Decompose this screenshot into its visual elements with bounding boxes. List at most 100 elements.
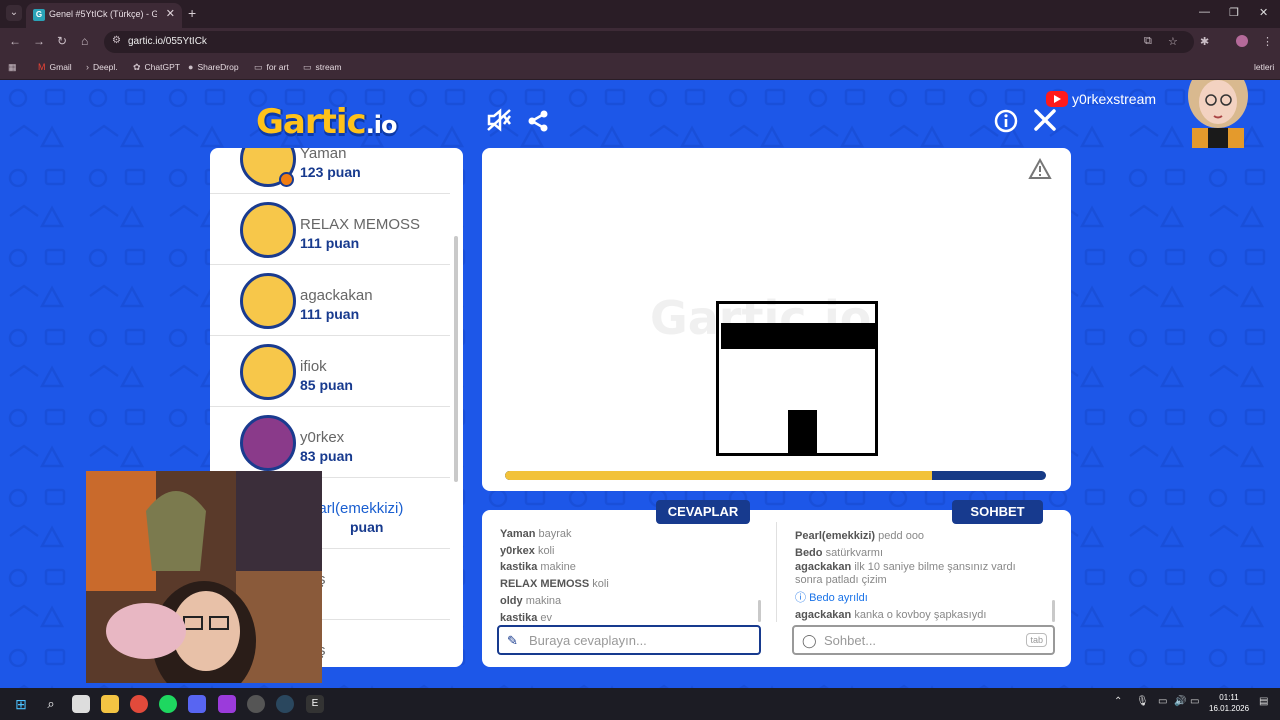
share-icon[interactable] xyxy=(526,109,550,139)
tray-chevron-icon[interactable]: ⌃ xyxy=(1114,696,1122,707)
file-explorer-icon[interactable] xyxy=(101,695,119,713)
answers-header: CEVAPLAR xyxy=(656,500,750,524)
chat-list: Pearl(emekkizi) pedd ooo Bedo satürkvarm… xyxy=(795,528,1016,624)
chat-scrollbar[interactable] xyxy=(1052,600,1055,622)
discord-icon[interactable] xyxy=(188,695,206,713)
player-row[interactable]: y0rkex 83 puan xyxy=(210,407,450,478)
home-icon[interactable]: ⌂ xyxy=(81,34,88,48)
answer-input[interactable]: ✎ Buraya cevaplayın... xyxy=(497,625,761,655)
address-bar[interactable]: ⚙ gartic.io/055YtICk ⧉ ☆ xyxy=(104,31,1194,53)
chat-system-message: ⓘ Bedo ayrıldı xyxy=(795,592,868,605)
player-name: agackakan xyxy=(300,287,373,304)
tab-close-icon[interactable]: ✕ xyxy=(166,7,175,20)
windows-start-icon[interactable]: ⊞ xyxy=(12,695,30,713)
player-row[interactable]: ifiok 85 puan xyxy=(210,336,450,407)
drawing-stroke-bar xyxy=(721,323,877,349)
info-icon[interactable] xyxy=(994,109,1018,139)
address-url: gartic.io/055YtICk xyxy=(128,36,207,47)
drawing-indicator-icon xyxy=(279,172,294,187)
gmail-icon: M xyxy=(38,62,46,72)
bookmark-gmail[interactable]: M Gmail xyxy=(38,62,72,72)
sharedrop-icon: ● xyxy=(188,62,194,72)
player-name: Yaman xyxy=(300,148,347,162)
install-app-icon[interactable]: ⧉ xyxy=(1144,35,1152,48)
display-icon[interactable]: ▭ xyxy=(1158,696,1167,707)
bookmark-folder-for-art[interactable]: ▭ for art xyxy=(254,62,289,73)
answers-and-chat-panel: CEVAPLAR SOHBET Yaman bayrak y0rkex koli… xyxy=(482,500,1071,667)
chat-message: Bedo satürkvarmı xyxy=(795,546,884,559)
player-score: 123 puan xyxy=(300,164,361,180)
bookmark-deepl[interactable]: › Deepl. xyxy=(86,62,118,72)
back-icon[interactable]: ← xyxy=(9,34,21,48)
microphone-icon[interactable]: 🎙 xyxy=(1136,696,1149,707)
chrome-icon[interactable] xyxy=(130,695,148,713)
notifications-icon[interactable]: ▤ xyxy=(1259,696,1268,707)
answer-message: y0rkex koli xyxy=(500,544,555,557)
player-drawing xyxy=(716,301,878,456)
folder-icon: ▭ xyxy=(254,62,263,72)
tab-title: Genel #5YtICk (Türkçe) - Gartic.io xyxy=(49,9,157,19)
player-name: y0rkex xyxy=(300,429,345,446)
browser-toolbar: ← → ↻ ⌂ ⚙ gartic.io/055YtICk ⧉ ☆ ✱ ⋮ xyxy=(0,28,1280,56)
volume-icon[interactable]: 🔊 xyxy=(1174,696,1186,707)
exit-room-icon[interactable] xyxy=(1033,108,1057,138)
player-row[interactable]: Yaman 123 puan xyxy=(210,148,450,194)
round-timer-bar xyxy=(505,471,1046,480)
system-clock[interactable]: 01:11 16.01.2026 xyxy=(1209,692,1249,714)
round-timer-fill xyxy=(505,471,933,480)
site-info-icon[interactable]: ⚙ xyxy=(112,35,121,46)
window-close-icon[interactable]: ✕ xyxy=(1259,6,1268,19)
chatgpt-icon: ✿ xyxy=(133,62,141,72)
all-bookmarks-folder[interactable]: letleri xyxy=(1254,62,1274,72)
player-row[interactable]: agackakan 111 puan xyxy=(210,265,450,336)
gartic-logo[interactable]: Gartic.io xyxy=(256,102,398,142)
windows-taskbar: ⊞ ⌕ E ⌃ 🎙 ▭ 🔊 ▭ 01:11 16.01.2026 ▤ xyxy=(0,688,1280,720)
answers-scrollbar[interactable] xyxy=(758,600,761,622)
profile-avatar[interactable] xyxy=(1236,35,1248,47)
tab-list-icon[interactable]: ⌄ xyxy=(6,5,22,21)
chat-header: SOHBET xyxy=(952,500,1043,524)
answer-message: Yaman bayrak xyxy=(500,528,572,540)
player-row[interactable]: RELAX MEMOSS 111 puan xyxy=(210,194,450,265)
youtube-icon xyxy=(1046,90,1068,107)
chat-input[interactable]: ◯ Sohbet... tab xyxy=(792,625,1055,655)
restore-icon[interactable]: ❐ xyxy=(1229,6,1239,19)
answers-list: Yaman bayrak y0rkex koli kastika makine … xyxy=(500,526,609,626)
streamer-avatar-illustration xyxy=(1188,80,1248,148)
drawing-canvas[interactable]: Gartic.io xyxy=(482,148,1071,491)
report-warning-icon[interactable] xyxy=(1028,158,1052,180)
pencil-icon: ✎ xyxy=(507,633,518,648)
minimize-icon[interactable]: — xyxy=(1199,6,1210,18)
player-list-scrollbar[interactable] xyxy=(454,236,458,482)
player-name: RELAX MEMOSS xyxy=(300,216,421,233)
browser-tab-active[interactable]: G Genel #5YtICk (Türkçe) - Gartic.io ✕ xyxy=(26,3,182,28)
chat-bubble-icon: ◯ xyxy=(802,633,817,648)
battery-icon[interactable]: ▭ xyxy=(1190,696,1199,707)
task-view-icon[interactable] xyxy=(72,695,90,713)
extensions-icon[interactable]: ✱ xyxy=(1200,35,1209,48)
bookmark-folder-stream[interactable]: ▭ stream xyxy=(303,62,342,73)
drawing-stroke-door xyxy=(788,410,817,454)
player-avatar xyxy=(240,415,296,471)
obs-icon[interactable] xyxy=(247,695,265,713)
bookmark-chatgpt[interactable]: ✿ ChatGPT xyxy=(133,62,180,73)
steam-icon[interactable] xyxy=(276,695,294,713)
search-icon[interactable]: ⌕ xyxy=(42,695,60,713)
player-score: 111 puan xyxy=(300,306,360,322)
app-icon[interactable] xyxy=(218,695,236,713)
epic-games-icon[interactable]: E xyxy=(306,695,324,713)
streamer-name: y0rkexstream xyxy=(1072,90,1157,107)
clock-date: 16.01.2026 xyxy=(1209,704,1250,713)
bookmarks-bar: ▦ M Gmail › Deepl. ✿ ChatGPT ● ShareDrop ▭ fo… xyxy=(0,56,1280,80)
reload-icon[interactable]: ↻ xyxy=(57,34,67,48)
sound-muted-icon[interactable] xyxy=(486,108,512,138)
info-icon: ⓘ xyxy=(795,592,806,605)
browser-menu-icon[interactable]: ⋮ xyxy=(1262,35,1273,48)
bookmark-sharedrop[interactable]: ● ShareDrop xyxy=(188,62,239,72)
forward-icon[interactable]: → xyxy=(33,34,45,48)
new-tab-button[interactable]: + xyxy=(188,5,196,21)
spotify-icon[interactable] xyxy=(159,695,177,713)
apps-grid-icon[interactable]: ▦ xyxy=(8,62,21,73)
folder-icon: ▭ xyxy=(303,62,312,72)
bookmark-star-icon[interactable]: ☆ xyxy=(1168,35,1178,48)
